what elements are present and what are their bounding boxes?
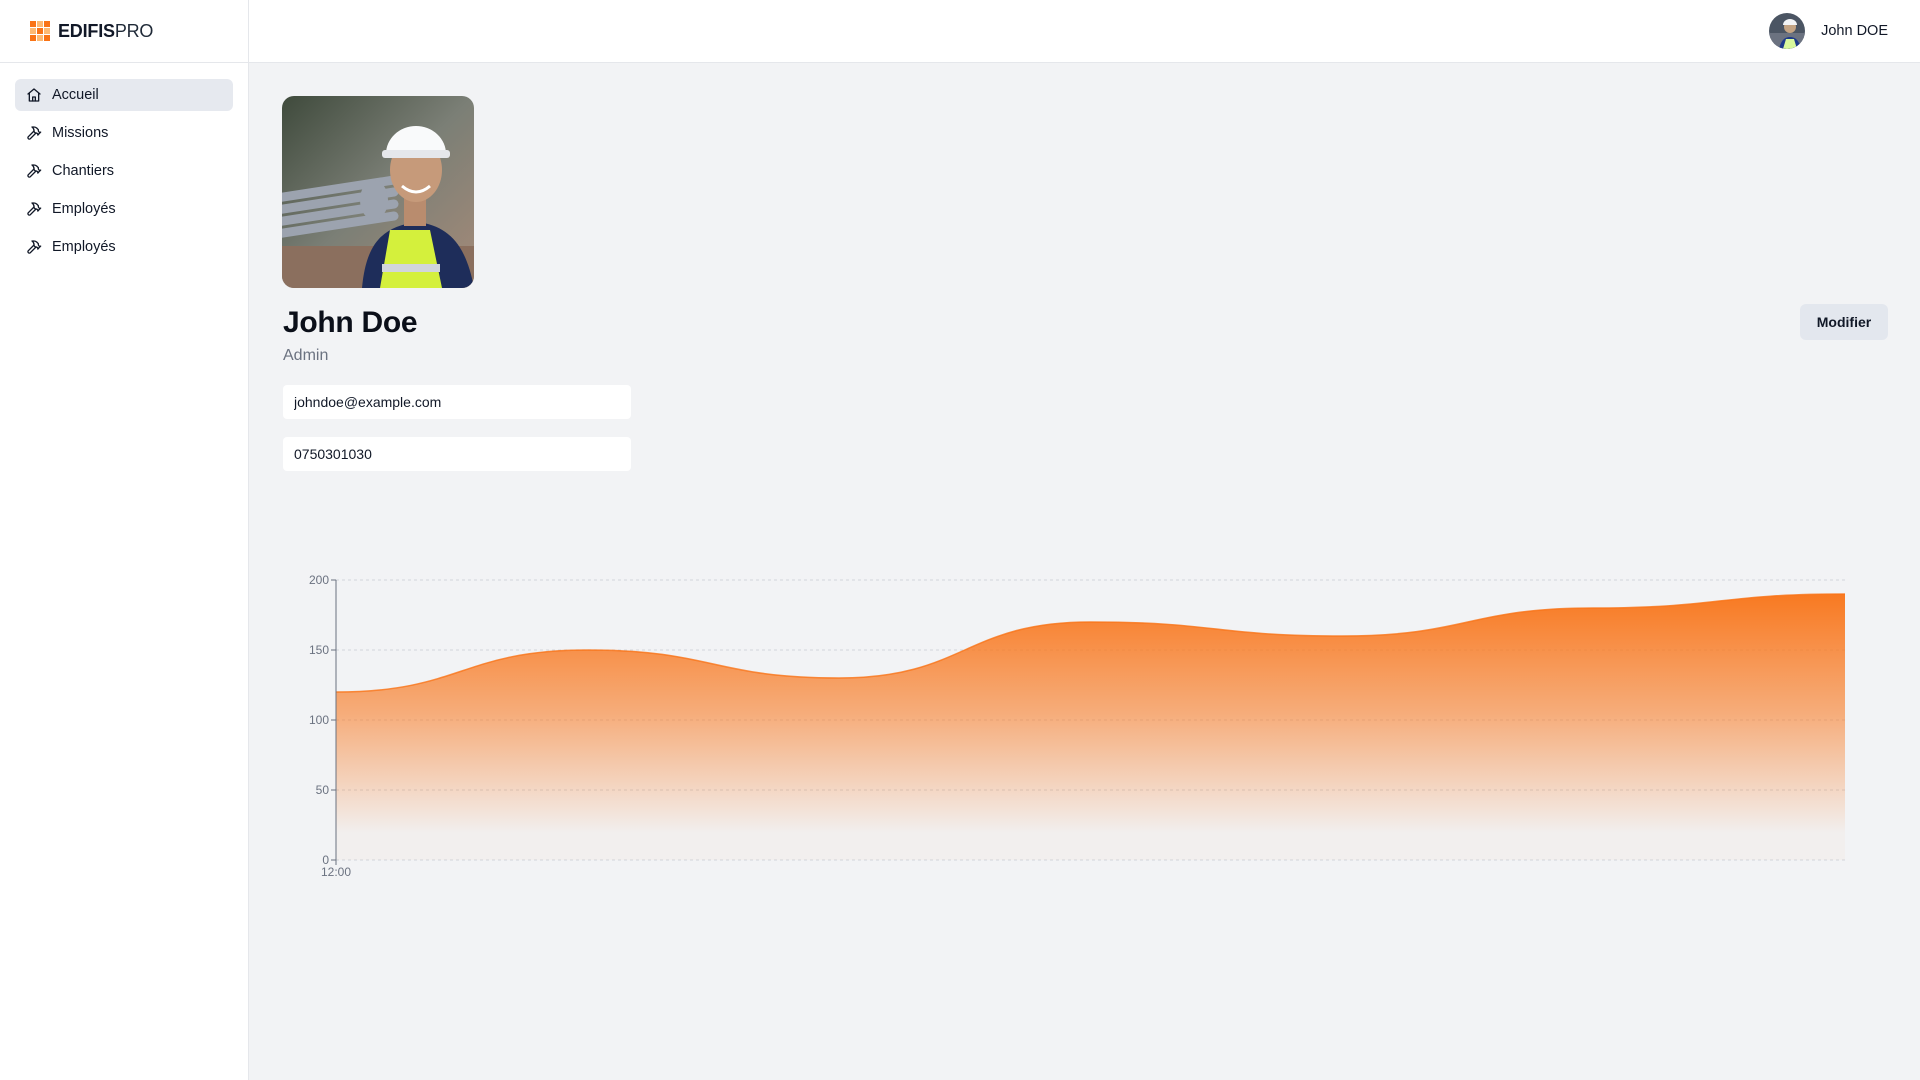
area-series bbox=[336, 594, 1845, 860]
sidebar-item-chantiers[interactable]: Chantiers bbox=[15, 155, 233, 187]
sidebar-item-employes[interactable]: Employés bbox=[15, 193, 233, 225]
edit-profile-button[interactable]: Modifier bbox=[1800, 304, 1888, 340]
brand-logo[interactable]: EDIFISPRO bbox=[0, 0, 248, 63]
avatar bbox=[1769, 13, 1806, 49]
sidebar-item-label: Accueil bbox=[52, 87, 99, 103]
sidebar-nav: Accueil Missions Chantiers Employés Empl… bbox=[0, 63, 248, 279]
email-field[interactable] bbox=[283, 385, 631, 419]
y-tick-label: 100 bbox=[309, 713, 329, 727]
main-content: John Doe Admin Modifier 05010015020012:0… bbox=[249, 63, 1920, 1080]
sidebar-item-employes-2[interactable]: Employés bbox=[15, 231, 233, 263]
y-tick-label: 150 bbox=[309, 643, 329, 657]
area-chart: 05010015020012:00 bbox=[309, 573, 1846, 879]
user-menu[interactable]: John DOE bbox=[1769, 13, 1888, 49]
profile-role: Admin bbox=[283, 347, 329, 364]
profile-photo bbox=[282, 96, 474, 288]
sidebar-item-label: Chantiers bbox=[52, 163, 115, 179]
sidebar-item-label: Missions bbox=[52, 125, 109, 141]
sidebar-item-missions[interactable]: Missions bbox=[15, 117, 233, 149]
hammer-icon bbox=[27, 202, 42, 216]
hammer-icon bbox=[27, 164, 42, 178]
sidebar-item-label: Employés bbox=[52, 201, 116, 217]
y-tick-label: 200 bbox=[309, 573, 329, 587]
phone-field[interactable] bbox=[283, 437, 631, 471]
sidebar-item-accueil[interactable]: Accueil bbox=[15, 79, 233, 111]
home-icon bbox=[27, 88, 41, 102]
logo-icon bbox=[30, 21, 50, 41]
hammer-icon bbox=[27, 126, 42, 140]
y-tick-label: 50 bbox=[316, 783, 330, 797]
sidebar: EDIFISPRO Accueil Missions Chantiers Emp… bbox=[0, 0, 249, 1080]
sidebar-item-label: Employés bbox=[52, 239, 116, 255]
profile-name: John Doe bbox=[283, 306, 418, 339]
user-name: John DOE bbox=[1821, 23, 1888, 39]
x-tick-label: 12:00 bbox=[321, 865, 351, 879]
hammer-icon bbox=[27, 240, 42, 254]
top-bar: John DOE bbox=[249, 0, 1920, 63]
brand-name: EDIFISPRO bbox=[58, 20, 154, 41]
